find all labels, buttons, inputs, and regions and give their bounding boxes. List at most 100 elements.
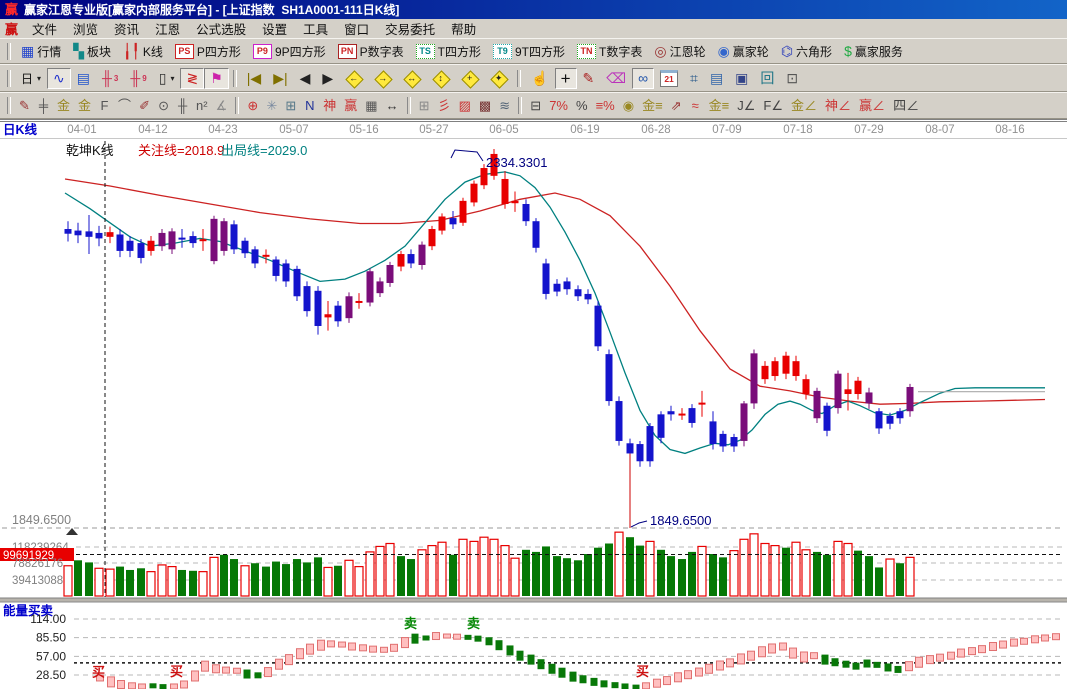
tb-9t-square[interactable]: T99T四方形	[487, 41, 571, 62]
menu-item-7[interactable]: 窗口	[336, 18, 377, 39]
tb-digit-grid[interactable]: ▦	[361, 95, 381, 116]
tb-shade-grid[interactable]: ▩	[475, 95, 495, 116]
tb-draw-pen[interactable]: ✎	[15, 95, 34, 116]
tb-period-selector[interactable]: 日▾	[15, 68, 47, 89]
t-square-icon: TS	[416, 44, 435, 59]
tb-compress-left[interactable]: ←	[339, 68, 368, 89]
tb-quotes[interactable]: ▦行情	[15, 41, 67, 62]
tb-percent-tool[interactable]: %	[572, 95, 592, 116]
tb-jump-last[interactable]: ▶|	[267, 68, 293, 89]
tb-gold-levels[interactable]: 金≡	[638, 95, 667, 116]
tb-j-angle-line[interactable]: J∠	[733, 95, 759, 116]
tb-hexagon[interactable]: ⌬六角形	[775, 41, 838, 62]
tb-flag-marker[interactable]: ⚑	[204, 68, 229, 89]
tb-qiankun-toggle[interactable]: ≷	[180, 68, 204, 89]
tb-zoom-horizontal[interactable]: ↔	[397, 68, 426, 89]
menu-item-9[interactable]: 帮助	[443, 18, 484, 39]
qiankun-toggle-icon: ≷	[186, 71, 198, 85]
menu-item-8[interactable]: 交易委托	[377, 18, 443, 39]
tb-percent-levels[interactable]: ≡%	[592, 95, 619, 116]
tb-expand-right[interactable]: →	[368, 68, 397, 89]
tb-zoom-in[interactable]: +	[455, 68, 484, 89]
tb-n-square[interactable]: n²	[192, 95, 212, 116]
hexagon-label: 六角形	[796, 43, 832, 60]
menu-item-1[interactable]: 浏览	[65, 18, 106, 39]
tb-arc-tool[interactable]: ⌒	[114, 95, 135, 116]
tb-p-square[interactable]: PSP四方形	[169, 41, 247, 62]
tb-drag-hand[interactable]: ☝	[525, 68, 554, 89]
grid-9-icon: ╫	[130, 71, 140, 85]
tb-star-circle[interactable]: ✳	[262, 95, 281, 116]
tb-gann-circle-cross[interactable]: ⊕	[243, 95, 262, 116]
tb-kline[interactable]: ╽╿K线	[117, 41, 169, 62]
tb-gold-ring[interactable]: ◉	[619, 95, 638, 116]
tb-calendar[interactable]: 21	[654, 68, 684, 89]
tb-percent-retrace[interactable]: 7%	[545, 95, 572, 116]
tb-zoom-vertical[interactable]: ↕	[426, 68, 455, 89]
tb-angle-measure[interactable]: ∡	[212, 95, 232, 116]
percent-levels-icon: ≡%	[596, 99, 615, 112]
menu-logo-icon: 赢	[5, 19, 18, 38]
tb-step-back[interactable]: ◀	[294, 68, 317, 89]
tb-grid-3[interactable]: ╫3	[96, 68, 124, 89]
tb-step-forward[interactable]: ▶	[316, 68, 339, 89]
tb-panel-grid[interactable]: ⊞	[415, 95, 434, 116]
tb-info-document[interactable]: ▤	[71, 68, 96, 89]
tb-slope-pen[interactable]: ⇗	[667, 95, 686, 116]
tb-grid-9[interactable]: ╫9	[124, 68, 152, 89]
menu-item-6[interactable]: 工具	[295, 18, 336, 39]
tb-jump-first[interactable]: |◀	[241, 68, 267, 89]
tb-gold-square-2[interactable]: 金	[74, 95, 95, 116]
tb-binoculars-search[interactable]: ∞	[632, 68, 654, 89]
menu-item-3[interactable]: 江恩	[147, 18, 188, 39]
tb-t-square[interactable]: TST四方形	[410, 41, 487, 62]
tb-shen-square[interactable]: 神	[319, 95, 340, 116]
tb-circle-center[interactable]: ⊙	[154, 95, 173, 116]
tb-gann-wheel[interactable]: ◎江恩轮	[648, 41, 711, 62]
tb-fib-square[interactable]: F	[95, 95, 114, 116]
menu-item-4[interactable]: 公式选股	[188, 18, 254, 39]
tb-ying-square[interactable]: 赢	[340, 95, 361, 116]
speed-box-icon: ▨	[459, 99, 471, 112]
tb-calculator[interactable]: ⌗	[684, 68, 704, 89]
tb-price-grid[interactable]: ╫	[173, 95, 192, 116]
menu-item-0[interactable]: 文件	[24, 18, 65, 39]
menu-item-2[interactable]: 资讯	[106, 18, 147, 39]
energy-axis-label: 28.50	[36, 668, 66, 682]
tb-memo[interactable]: ▤	[704, 68, 729, 89]
tb-wave-count[interactable]: N	[300, 95, 319, 116]
tb-sectors[interactable]: ▚板块	[67, 41, 117, 62]
tb-p-number-table[interactable]: PNP数字表	[332, 41, 410, 62]
tb-speed-box[interactable]: ▨	[455, 95, 475, 116]
tb-draw-note[interactable]: ✎	[577, 68, 601, 89]
tb-mark-pen[interactable]: ✐	[135, 95, 154, 116]
tb-ying-angle-line[interactable]: 赢∠	[855, 95, 889, 116]
tb-speed-fan[interactable]: 彡	[434, 95, 455, 116]
tb-f-angle-line[interactable]: F∠	[759, 95, 787, 116]
tb-gann-line-grid[interactable]: ╪	[34, 95, 53, 116]
tb-save-disk[interactable]: ▣	[729, 68, 754, 89]
tb-shen-angle-line[interactable]: 神∠	[821, 95, 855, 116]
kline-chart-canvas[interactable]: 04-0104-1204-2305-0705-1605-2706-0506-19…	[0, 120, 1067, 689]
tb-width-measure[interactable]: ↔	[382, 95, 403, 116]
tb-9p-square[interactable]: P99P四方形	[247, 41, 332, 62]
tb-grid-circle[interactable]: ⊞	[281, 95, 300, 116]
tb-gold-square-1[interactable]: 金	[53, 95, 74, 116]
tb-system-link[interactable]: ⊡	[780, 68, 804, 89]
tb-main-chart-tool[interactable]: ∿	[47, 68, 71, 89]
tb-remote-data[interactable]: 回	[754, 68, 780, 89]
tb-crosshair[interactable]: +	[555, 68, 577, 89]
tb-ratio-table[interactable]: ⊟	[526, 95, 545, 116]
tb-winner-service[interactable]: $赢家服务	[838, 41, 909, 62]
tb-t-number-table[interactable]: TNT数字表	[571, 41, 648, 62]
tb-four-angle-line[interactable]: 四∠	[889, 95, 923, 116]
tb-channel-wave[interactable]: ≈	[686, 95, 705, 116]
tb-delete-drawing[interactable]: ⌫	[600, 68, 632, 89]
tb-zoom-all[interactable]: ✦	[484, 68, 513, 89]
tb-wave-lines[interactable]: ≋	[495, 95, 514, 116]
menu-item-5[interactable]: 设置	[254, 18, 295, 39]
tb-winner-wheel[interactable]: ◉赢家轮	[712, 41, 775, 62]
tb-gold-levels-2[interactable]: 金≡	[705, 95, 734, 116]
tb-gold-angle-line[interactable]: 金∠	[787, 95, 821, 116]
tb-candle-type[interactable]: ▯▾	[153, 68, 181, 89]
